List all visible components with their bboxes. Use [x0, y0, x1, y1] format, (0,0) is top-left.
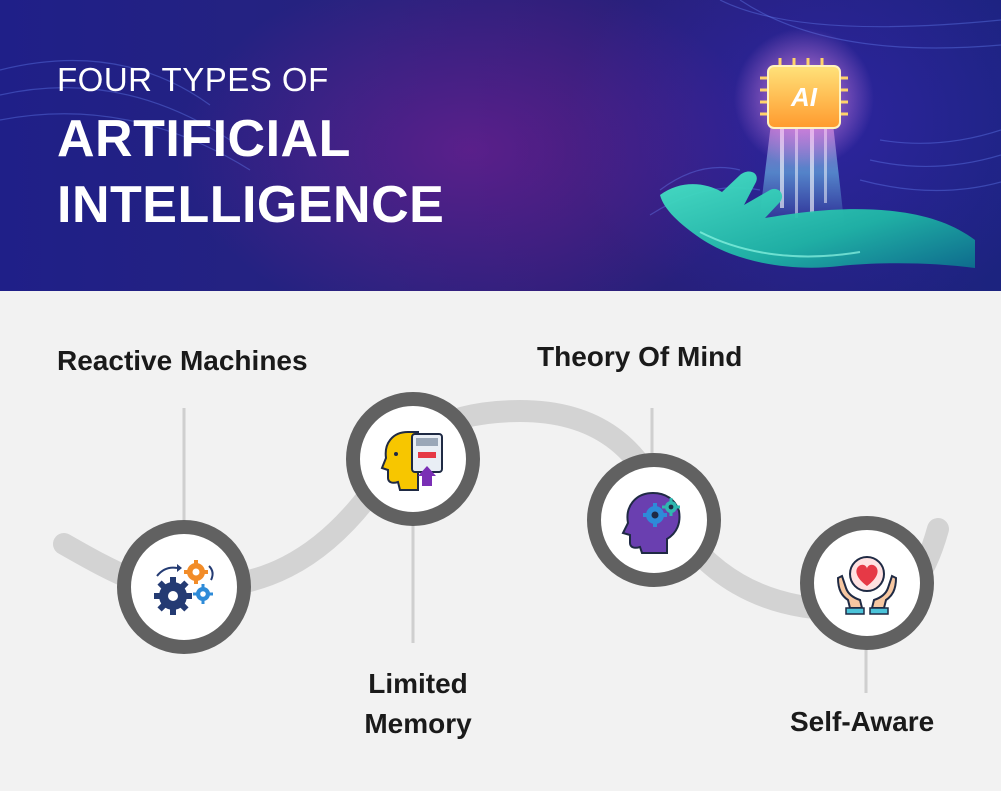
head-gears-icon [621, 491, 681, 554]
gears-icon [154, 560, 214, 615]
head-memory-card-icon [380, 431, 443, 491]
label-limited-memory-line1: Limited [368, 668, 468, 699]
label-limited-memory: Limited Memory [343, 666, 493, 742]
page-title: FOUR TYPES OF ARTIFICIAL INTELLIGENCE [57, 60, 444, 238]
label-self-aware: Self-Aware [790, 706, 935, 737]
hands-heart-icon [836, 556, 898, 615]
label-theory-of-mind: Theory Of Mind [537, 341, 743, 372]
header-banner: AI FOUR TYPES OF ARTIFICIAL INTELLIGENCE [0, 0, 1001, 291]
title-line-1: FOUR TYPES OF [57, 61, 329, 98]
types-diagram: Reactive Machines Limited Memory Theory … [0, 291, 1001, 791]
title-line-2: ARTIFICIAL [57, 110, 351, 168]
label-limited-memory-line2: Memory [364, 708, 472, 739]
title-line-3: INTELLIGENCE [57, 176, 445, 234]
node-self-aware [800, 516, 934, 650]
node-reactive-machines [117, 520, 251, 654]
chip-label: AI [790, 82, 818, 112]
label-reactive-machines: Reactive Machines [57, 345, 308, 376]
infographic: AI FOUR TYPES OF ARTIFICIAL INTELLIGENCE [0, 0, 1001, 791]
node-theory-of-mind [587, 453, 721, 587]
node-limited-memory [346, 392, 480, 526]
